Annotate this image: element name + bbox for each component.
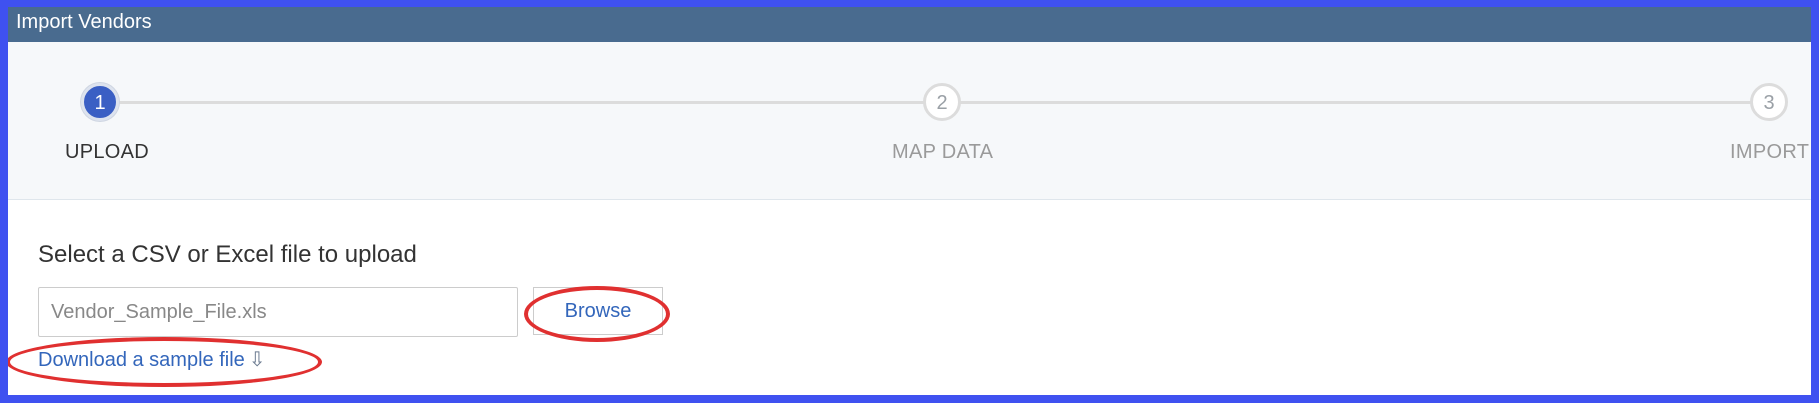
step-3-circle[interactable]: 3 [1750, 83, 1788, 121]
download-sample-link[interactable]: Download a sample file ⇩ [38, 347, 266, 372]
download-arrows-icon: ⇩ [248, 349, 266, 371]
step-1-label: UPLOAD [65, 141, 150, 163]
import-vendors-window: Import Vendors 1 UPLOAD 2 MAP DATA 3 IMP… [8, 7, 1811, 395]
download-sample-label: Download a sample file [38, 349, 245, 371]
step-1-circle[interactable]: 1 [81, 83, 119, 121]
file-path-input[interactable] [38, 287, 518, 337]
window-title: Import Vendors [8, 7, 1811, 42]
upload-heading: Select a CSV or Excel file to upload [38, 241, 417, 268]
step-3-label: IMPORT [1730, 141, 1810, 163]
import-stepper: 1 UPLOAD 2 MAP DATA 3 IMPORT [8, 42, 1811, 200]
browse-button[interactable]: Browse [533, 287, 663, 335]
step-2-label: MAP DATA [892, 141, 994, 163]
step-2-circle[interactable]: 2 [923, 83, 961, 121]
